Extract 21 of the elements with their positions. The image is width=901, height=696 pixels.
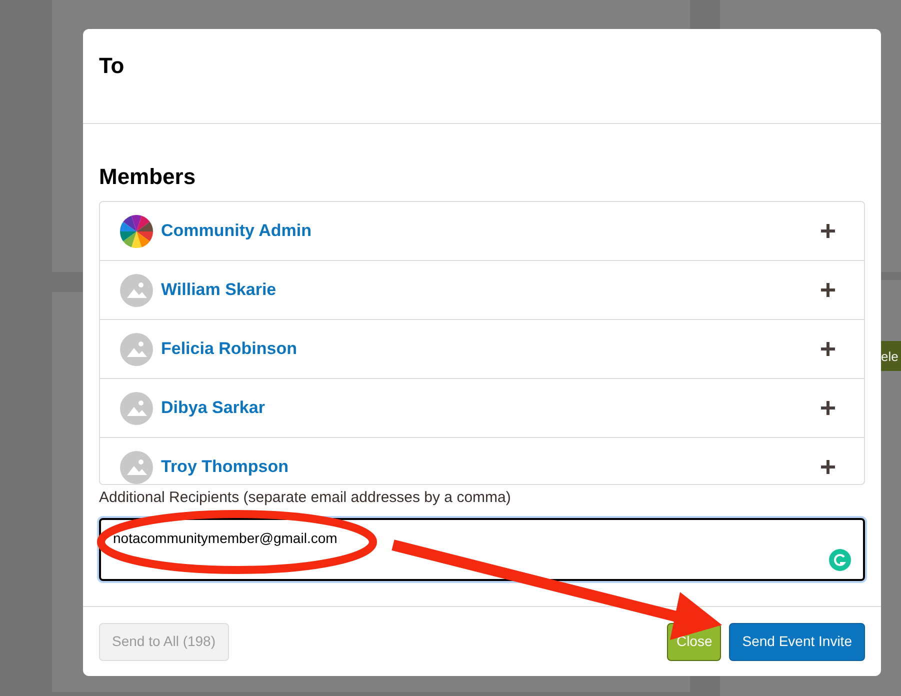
member-link[interactable]: Troy Thompson — [161, 454, 288, 480]
avatar-placeholder-icon — [120, 332, 153, 366]
avatar-placeholder-icon — [120, 274, 153, 306]
member-link[interactable]: Felicia Robinson — [161, 336, 298, 362]
plus-icon[interactable] — [820, 459, 836, 475]
avatar-placeholder-icon — [120, 392, 153, 424]
dialog-title: To — [99, 52, 126, 80]
members-heading: Members — [99, 163, 197, 191]
page-text: ele — [881, 341, 901, 371]
member-link[interactable]: Community Admin — [161, 218, 312, 244]
plus-icon[interactable] — [820, 282, 836, 298]
send-invite-button[interactable]: Send Event Invite — [729, 622, 865, 660]
member-link[interactable]: Dibya Sarkar — [161, 395, 265, 421]
avatar-placeholder-icon — [120, 450, 153, 484]
member-link[interactable]: William Skarie — [161, 277, 276, 303]
field-label: Additional Recipients (separate email addresses by a comma) — [99, 488, 512, 508]
plus-icon[interactable] — [820, 341, 836, 357]
plus-icon[interactable] — [820, 223, 836, 239]
recipients-field[interactable]: notacommunitymember@gmail.com — [99, 518, 865, 580]
plus-icon[interactable] — [820, 400, 836, 416]
avatar-logo-icon — [120, 214, 153, 248]
